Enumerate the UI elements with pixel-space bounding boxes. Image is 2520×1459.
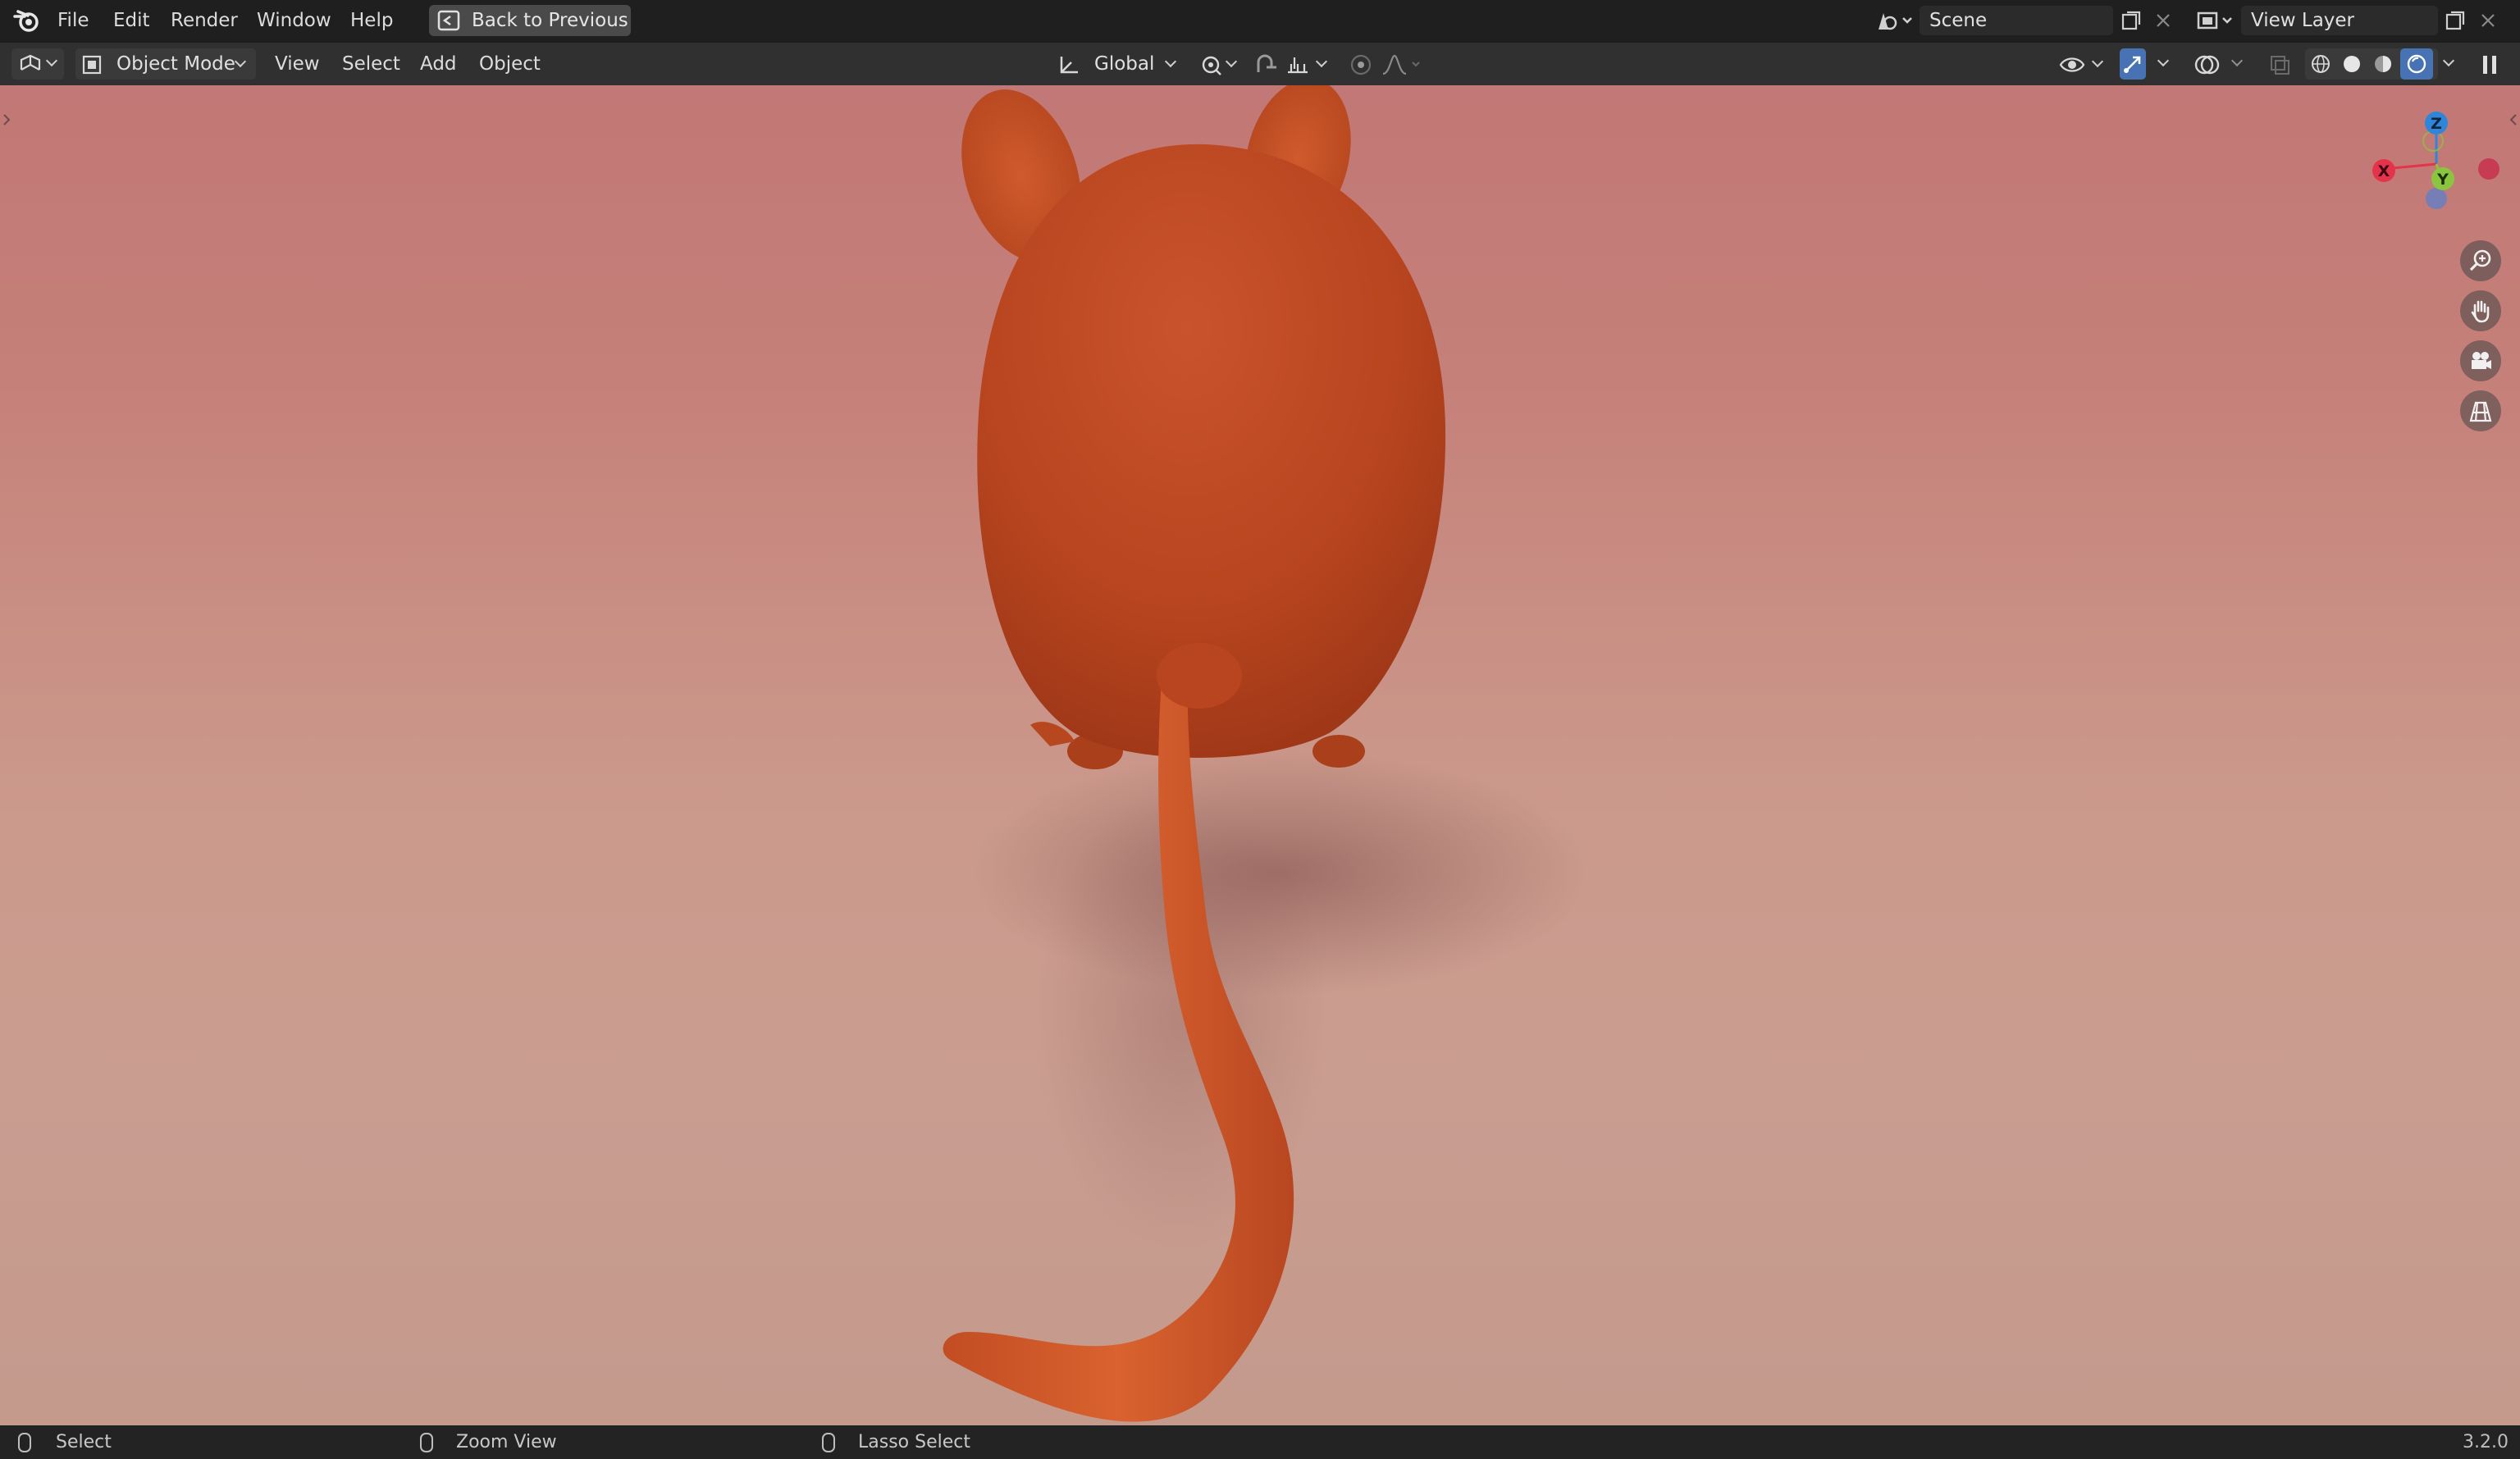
view-layer-selector-icon[interactable] bbox=[2195, 8, 2236, 33]
wireframe-shading-icon[interactable] bbox=[2310, 53, 2331, 75]
orthographic-grid-icon bbox=[2469, 401, 2492, 422]
view-layer-name-field[interactable]: View Layer bbox=[2241, 6, 2438, 35]
pivot-point-icon bbox=[1202, 56, 1221, 75]
new-view-layer-icon[interactable] bbox=[2445, 10, 2466, 31]
object-mode-label: Object Mode bbox=[116, 53, 235, 75]
orientation-axes-icon bbox=[1060, 57, 1078, 74]
gizmo-icon bbox=[2124, 56, 2141, 73]
svg-text:Z: Z bbox=[2431, 115, 2442, 133]
overlays-options-chevron[interactable] bbox=[2230, 54, 2244, 67]
editor-type-dropdown[interactable] bbox=[11, 48, 64, 80]
gizmo-neg-x[interactable] bbox=[2478, 158, 2499, 180]
mouse-tail-base bbox=[1157, 643, 1242, 709]
camera-view-button[interactable] bbox=[2460, 340, 2501, 381]
top-menu-bar: File Edit Render Window Help Back to Pre… bbox=[0, 0, 2520, 41]
middle-mouse-icon bbox=[420, 1433, 433, 1452]
3d-viewport[interactable]: Z X Y bbox=[0, 85, 2520, 1425]
menu-file[interactable]: File bbox=[57, 0, 89, 41]
status-lasso-select: Lasso Select bbox=[858, 1432, 970, 1452]
transform-orientation-dropdown[interactable]: Global bbox=[1055, 48, 1183, 80]
snap-toggle-icon[interactable] bbox=[1253, 54, 1280, 77]
status-zoom-view: Zoom View bbox=[456, 1432, 557, 1452]
gizmo-neg-y[interactable] bbox=[2422, 130, 2444, 152]
scene-name-field[interactable]: Scene bbox=[1920, 6, 2113, 35]
object-visibility-dropdown[interactable] bbox=[2057, 48, 2108, 80]
status-select: Select bbox=[56, 1432, 112, 1452]
right-mouse-icon bbox=[822, 1433, 835, 1452]
svg-text:Y: Y bbox=[2436, 171, 2449, 189]
proportional-editing-icon[interactable] bbox=[1349, 52, 1373, 77]
view-layer-name: View Layer bbox=[2251, 10, 2355, 31]
toolbar-expand-icon[interactable] bbox=[2, 110, 11, 130]
3d-viewport-icon bbox=[20, 54, 41, 71]
scene-selector-icon[interactable] bbox=[1874, 8, 1915, 33]
pan-button[interactable] bbox=[2460, 290, 2501, 331]
gizmo-toggle-button[interactable] bbox=[2120, 48, 2146, 80]
snap-increment-icon bbox=[1288, 57, 1308, 74]
snap-target-dropdown[interactable] bbox=[1285, 48, 1335, 80]
rendered-scene bbox=[943, 85, 1591, 1422]
menu-object[interactable]: Object bbox=[479, 49, 541, 79]
transform-orientation-label: Global bbox=[1094, 53, 1155, 75]
zoom-button[interactable] bbox=[2460, 240, 2501, 281]
menu-view[interactable]: View bbox=[275, 49, 320, 79]
hand-pan-icon bbox=[2471, 300, 2490, 323]
material-preview-shading-icon[interactable] bbox=[2372, 53, 2394, 75]
pivot-point-dropdown[interactable] bbox=[1198, 48, 1244, 80]
menu-window[interactable]: Window bbox=[257, 0, 331, 41]
zoom-icon bbox=[2469, 249, 2491, 271]
gizmo-axis-z[interactable]: Z bbox=[2425, 112, 2448, 135]
status-bar: Select Zoom View Lasso Select 3.2.0 bbox=[0, 1425, 2520, 1459]
blender-logo-icon[interactable] bbox=[11, 7, 41, 34]
gizmo-axis-x[interactable]: X bbox=[2372, 159, 2395, 182]
gizmo-neg-z[interactable] bbox=[2426, 188, 2447, 209]
new-scene-icon[interactable] bbox=[2121, 10, 2142, 31]
back-screen-icon bbox=[437, 10, 460, 31]
viewport-header: Object Mode View Select Add Object Globa… bbox=[0, 43, 2520, 85]
svg-text:X: X bbox=[2378, 162, 2390, 180]
scene-name: Scene bbox=[1929, 10, 1988, 31]
menu-select[interactable]: Select bbox=[342, 49, 400, 79]
back-button-label: Back to Previous bbox=[472, 10, 628, 31]
xray-toggle-icon[interactable] bbox=[2269, 54, 2290, 75]
shading-mode-group bbox=[2305, 48, 2438, 80]
pause-render-icon[interactable] bbox=[2479, 52, 2500, 77]
orientation-gizmo[interactable]: Z X Y bbox=[2362, 103, 2510, 226]
falloff-curve-icon[interactable] bbox=[1381, 52, 1422, 77]
menu-add[interactable]: Add bbox=[420, 49, 457, 79]
shading-options-chevron[interactable] bbox=[2442, 54, 2455, 67]
eye-icon bbox=[2059, 57, 2085, 72]
object-mode-dropdown[interactable]: Object Mode bbox=[75, 48, 256, 80]
solid-shading-icon[interactable] bbox=[2341, 53, 2362, 75]
object-mode-icon bbox=[82, 55, 102, 75]
gizmo-axis-y[interactable]: Y bbox=[2431, 167, 2454, 190]
delete-scene-icon[interactable] bbox=[2154, 11, 2172, 30]
menu-help[interactable]: Help bbox=[350, 0, 393, 41]
back-to-previous-button[interactable]: Back to Previous bbox=[429, 5, 631, 36]
overlays-toggle-icon[interactable] bbox=[2194, 52, 2221, 77]
rendered-shading-button[interactable] bbox=[2400, 48, 2433, 80]
camera-view-icon bbox=[2472, 352, 2491, 369]
left-mouse-icon bbox=[18, 1433, 31, 1452]
blender-version: 3.2.0 bbox=[2463, 1432, 2509, 1452]
delete-view-layer-icon[interactable] bbox=[2479, 11, 2497, 30]
mouse-right-foot bbox=[1312, 735, 1365, 768]
gizmo-options-chevron[interactable] bbox=[2157, 54, 2170, 67]
menu-render[interactable]: Render bbox=[171, 0, 238, 41]
menu-edit[interactable]: Edit bbox=[113, 0, 150, 41]
orthographic-toggle-button[interactable] bbox=[2460, 390, 2501, 431]
rendered-shading-icon bbox=[2407, 54, 2426, 74]
